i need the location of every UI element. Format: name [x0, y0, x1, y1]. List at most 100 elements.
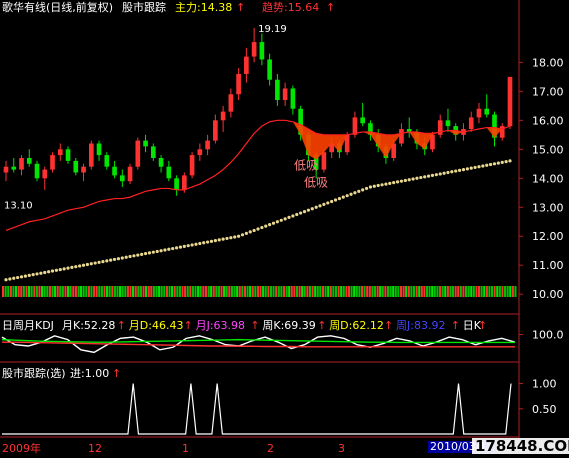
- price-tick-label: 16.00: [532, 114, 564, 127]
- signal-strip-cell: [285, 286, 288, 297]
- candle-body: [352, 117, 358, 135]
- price-tick-label: 11.00: [532, 259, 564, 272]
- signal-strip-cell: [43, 286, 46, 297]
- signal-strip-cell: [77, 286, 80, 297]
- date-label-1: 1: [182, 442, 189, 455]
- trend-dot: [430, 173, 435, 177]
- kdj-lines: [1, 335, 516, 354]
- trend-dot: [306, 208, 310, 212]
- trend-dot: [504, 160, 508, 164]
- signal-strip-cell: [288, 286, 291, 297]
- trend-dot: [260, 225, 264, 230]
- signal-strip-cell: [366, 286, 369, 297]
- trend-dot: [174, 246, 179, 250]
- signal-strip-cell: [35, 286, 38, 297]
- signal-strip-cell: [85, 286, 88, 297]
- signal-strip-cell: [100, 286, 103, 297]
- signal-strip-cell: [316, 286, 319, 297]
- axis-labels: 10.00 11.00 12.00 13.00 14.00 15.00 16.00 17.00…: [4, 24, 564, 416]
- signal-strip-cell: [142, 286, 145, 297]
- signal-strip-cell: [82, 286, 85, 297]
- signal-strip-cell: [199, 286, 202, 297]
- candle-body: [251, 42, 257, 57]
- signal-strip-cell: [392, 286, 395, 297]
- signal-strip-cell: [210, 286, 213, 297]
- signal-strip-cell: [2, 286, 5, 297]
- signal-strip-cell: [280, 286, 283, 297]
- signal-strip-cell: [4, 286, 7, 297]
- signal-up-arrow: ↑: [112, 367, 122, 380]
- candle-body: [476, 108, 482, 118]
- trend-dot: [221, 237, 225, 241]
- trend-dot: [388, 181, 392, 185]
- signal-strip-cell: [69, 286, 72, 297]
- candle-body: [189, 155, 195, 176]
- trend-dot: [217, 238, 221, 242]
- signal-strip-cell: [277, 286, 280, 297]
- signal-strip-cell: [451, 286, 455, 297]
- trend-dot: [136, 253, 140, 257]
- candle-body: [182, 175, 187, 190]
- signal-strip-cell: [67, 286, 70, 297]
- trend-dot: [140, 252, 144, 256]
- trend-dot: [271, 221, 276, 225]
- signal-strip-cell: [363, 286, 366, 297]
- signal-strip-cell: [446, 286, 449, 297]
- kdj-item: 月J:63.98: [195, 319, 246, 332]
- signal-strip-cell: [215, 286, 218, 297]
- signal-strip-cell: [314, 286, 317, 297]
- trend-dot: [310, 207, 314, 211]
- trend-dot: [81, 263, 86, 267]
- trend-dot: [337, 196, 342, 201]
- trend-dot: [89, 262, 93, 266]
- signal-strip-cell: [459, 286, 462, 297]
- signal-strip-cell: [212, 286, 215, 297]
- signal-strip-cell: [298, 286, 301, 297]
- buy-annotation: 低吸: [304, 175, 328, 189]
- signal-strip-cell: [171, 286, 174, 297]
- signal-strip-cell: [472, 286, 475, 297]
- candle-body: [34, 163, 40, 179]
- candle-body: [3, 166, 9, 173]
- signal-strip-cell: [7, 286, 10, 297]
- trend-dot: [477, 165, 481, 169]
- trend-dot: [473, 165, 477, 170]
- trend-dot: [353, 191, 357, 195]
- signal-strip-cell: [480, 286, 483, 297]
- signal-strip-cell: [113, 286, 116, 297]
- signal-strip-cell: [397, 286, 400, 297]
- signal-strip-cell: [470, 286, 473, 297]
- signal-strip-cell: [230, 286, 233, 297]
- signal-strip-cell: [503, 286, 507, 297]
- trend-dot: [395, 180, 400, 184]
- signal-strip-cell: [303, 286, 306, 297]
- trend-dot: [450, 170, 454, 174]
- trend-dot: [186, 244, 190, 248]
- trend-dot: [58, 267, 62, 272]
- signal-strip-cell: [449, 286, 452, 297]
- chart-canvas: 10.00 11.00 12.00 13.00 14.00 15.00 16.00 17.00…: [0, 0, 564, 440]
- candlestick-series: [2, 27, 517, 297]
- candle-body: [290, 88, 296, 109]
- trend-dot: [194, 242, 198, 246]
- signal-strip-cell: [389, 286, 392, 297]
- signal-strip-cell: [412, 286, 416, 297]
- signal-strip-cell: [189, 286, 192, 297]
- price-tick-label: 13.00: [532, 201, 564, 214]
- trend-dot: [4, 278, 8, 282]
- signal-strip-cell: [20, 286, 23, 297]
- candle-body: [197, 149, 203, 156]
- trend-dot: [50, 269, 55, 273]
- signal-tick-label: 0.50: [532, 403, 557, 416]
- signal-strip-cell: [145, 286, 148, 297]
- candle-body: [468, 117, 474, 130]
- trend-dot: [407, 178, 411, 182]
- trend-dot: [23, 274, 27, 278]
- signal-strip-cell: [477, 286, 481, 297]
- trend-dot: [465, 167, 469, 171]
- trend-dot: [496, 161, 500, 165]
- trend-dot: [105, 259, 109, 263]
- signal-strip-cell: [337, 286, 340, 297]
- trend-dot: [35, 272, 39, 276]
- signal-strip-cell: [176, 286, 179, 297]
